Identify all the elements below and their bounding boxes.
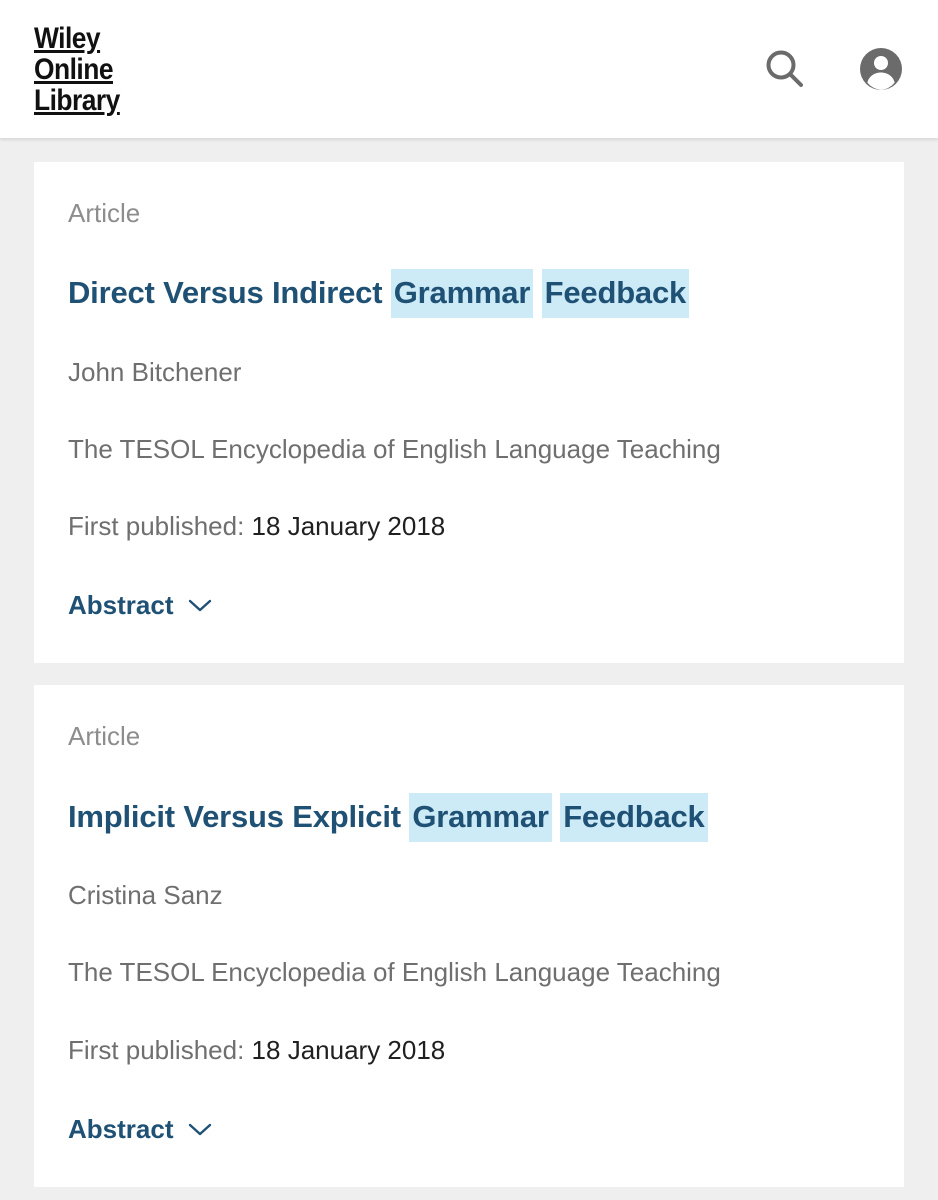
published-label: First published: — [68, 1034, 245, 1065]
result-source-publication: The TESOL Encyclopedia of English Langua… — [68, 434, 721, 465]
title-highlight: Grammar — [390, 269, 534, 319]
site-header: Wiley Online Library — [0, 0, 938, 138]
result-card: Article Direct Versus Indirect Grammar F… — [34, 162, 904, 664]
abstract-toggle-label: Abstract — [68, 1113, 174, 1144]
logo-line-1: Wiley — [34, 21, 101, 55]
account-button[interactable] — [858, 46, 904, 92]
result-source-publication: The TESOL Encyclopedia of English Langua… — [68, 957, 721, 988]
chevron-down-icon — [187, 597, 213, 613]
result-card: Article Implicit Versus Explicit Grammar… — [34, 685, 904, 1187]
search-button[interactable] — [762, 46, 808, 92]
result-published: First published: 18 January 2018 — [68, 511, 870, 542]
logo-line-2: Online — [34, 52, 114, 86]
published-label: First published: — [68, 511, 245, 542]
published-date: 18 January 2018 — [251, 1034, 446, 1065]
result-authors: Cristina Sanz — [68, 880, 223, 911]
title-segment: Implicit Versus Explicit — [68, 798, 410, 834]
abstract-toggle-button[interactable]: Abstract — [68, 592, 213, 618]
published-date: 18 January 2018 — [251, 511, 446, 542]
result-title-link[interactable]: Direct Versus Indirect Grammar Feedback — [68, 269, 870, 319]
title-highlight: Grammar — [409, 792, 552, 842]
wiley-online-library-logo[interactable]: Wiley Online Library — [34, 23, 120, 116]
title-segment — [533, 275, 541, 310]
chevron-down-icon — [187, 1121, 213, 1137]
abstract-toggle-button[interactable]: Abstract — [68, 1116, 213, 1142]
content-type-label: Article — [68, 198, 141, 228]
title-highlight: Feedback — [541, 269, 690, 319]
title-segment — [552, 799, 560, 834]
result-title-link[interactable]: Implicit Versus Explicit Grammar Feedbac… — [68, 792, 870, 842]
title-segment: Direct Versus Indirect — [68, 275, 391, 311]
title-highlight: Feedback — [560, 792, 708, 842]
result-authors: John Bitchener — [68, 356, 242, 387]
search-icon — [762, 46, 808, 92]
result-published: First published: 18 January 2018 — [68, 1035, 870, 1066]
abstract-toggle-label: Abstract — [68, 590, 174, 621]
content-type-label: Article — [68, 721, 141, 752]
search-results-list: Article Direct Versus Indirect Grammar F… — [0, 138, 938, 1187]
logo-line-3: Library — [34, 83, 120, 117]
account-icon — [858, 46, 904, 92]
header-actions — [762, 46, 904, 92]
